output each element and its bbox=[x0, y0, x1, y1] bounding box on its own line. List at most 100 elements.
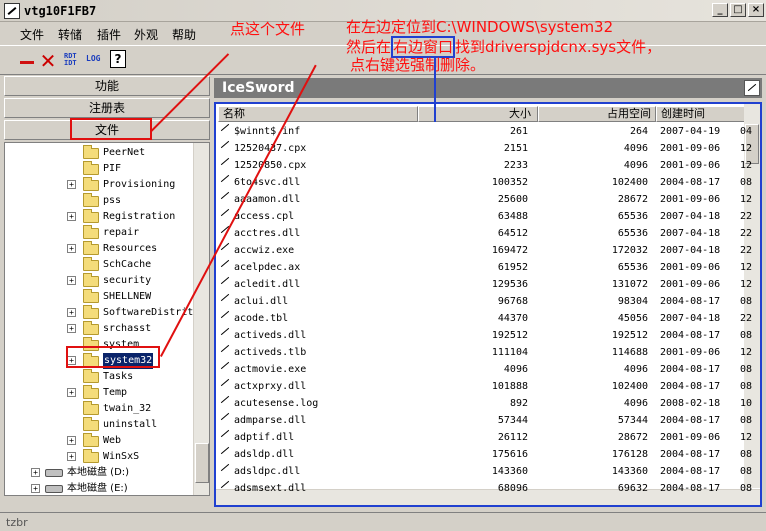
log-button[interactable]: LOG bbox=[86, 55, 100, 63]
tree-node[interactable]: + Resources bbox=[5, 241, 195, 257]
expand-icon[interactable]: + bbox=[67, 180, 76, 189]
tree-node-label: PeerNet bbox=[103, 147, 146, 158]
tree-node[interactable]: + SoftwareDistrit bbox=[5, 305, 195, 321]
file-row[interactable]: aclui.dll 96768 98304 2004-08-17 08 bbox=[218, 293, 752, 310]
function-button[interactable]: 功能 bbox=[4, 76, 210, 96]
tree-node[interactable]: repair bbox=[5, 225, 195, 241]
tree-node[interactable]: pss bbox=[5, 193, 195, 209]
file-row[interactable]: acutesense.log 892 4096 2008-02-18 10 bbox=[218, 395, 752, 412]
expand-icon[interactable]: + bbox=[67, 212, 76, 221]
file-created: 2004-08-17 bbox=[660, 330, 721, 341]
menu-file[interactable]: 文件 bbox=[20, 26, 44, 43]
tree-node[interactable]: + srchasst bbox=[5, 321, 195, 337]
expand-icon[interactable]: + bbox=[67, 308, 76, 317]
tree-node[interactable]: PeerNet bbox=[5, 145, 195, 161]
tree-node[interactable]: + Provisioning bbox=[5, 177, 195, 193]
expand-icon[interactable]: + bbox=[67, 436, 76, 445]
expand-icon[interactable]: + bbox=[31, 468, 40, 477]
file-row[interactable]: aaaamon.dll 25600 28672 2001-09-06 12 bbox=[218, 191, 752, 208]
close-x-icon[interactable]: ✕ bbox=[38, 51, 58, 71]
menu-help[interactable]: 帮助 bbox=[172, 26, 196, 43]
idt-label: IDT bbox=[64, 59, 77, 67]
file-icon bbox=[220, 378, 230, 387]
file-created-time: 08 bbox=[740, 364, 753, 375]
file-row[interactable]: adsldp.dll 175616 176128 2004-08-17 08 bbox=[218, 446, 752, 463]
file-name: acledit.dll bbox=[234, 279, 301, 290]
help-icon[interactable]: ? bbox=[110, 50, 126, 68]
rdt-idt-button[interactable]: RDT IDT bbox=[64, 53, 77, 67]
file-row[interactable]: acledit.dll 129536 131072 2001-09-06 12 bbox=[218, 276, 752, 293]
file-name: aclui.dll bbox=[234, 296, 289, 307]
file-alloc: 28672 bbox=[617, 194, 648, 205]
file-row[interactable]: acelpdec.ax 61952 65536 2001-09-06 12 bbox=[218, 259, 752, 276]
menu-plugins[interactable]: 插件 bbox=[97, 26, 121, 43]
minimize-button[interactable]: _ bbox=[712, 3, 728, 17]
file-size: 57344 bbox=[497, 415, 528, 426]
expand-icon[interactable]: + bbox=[67, 388, 76, 397]
file-row[interactable]: adptif.dll 26112 28672 2001-09-06 12 bbox=[218, 429, 752, 446]
col-alloc[interactable]: 占用空间 bbox=[538, 106, 656, 122]
file-alloc: 28672 bbox=[617, 432, 648, 443]
file-name: 6to4svc.dll bbox=[234, 177, 301, 188]
file-row[interactable]: adsmsext.dll 68096 69632 2004-08-17 08 bbox=[218, 480, 752, 497]
col-name[interactable]: 名称 bbox=[218, 106, 418, 122]
folder-icon bbox=[83, 289, 99, 303]
tree-node[interactable]: Tasks bbox=[5, 369, 195, 385]
tree-node[interactable]: + Registration bbox=[5, 209, 195, 225]
tree-node[interactable]: + Web bbox=[5, 433, 195, 449]
file-row[interactable]: acode.tbl 44370 45056 2007-04-18 22 bbox=[218, 310, 752, 327]
file-row[interactable]: actmovie.exe 4096 4096 2004-08-17 08 bbox=[218, 361, 752, 378]
tree-node[interactable]: + security bbox=[5, 273, 195, 289]
tree-node[interactable]: + WinSxS bbox=[5, 449, 195, 465]
expand-icon[interactable]: + bbox=[31, 484, 40, 493]
file-row[interactable]: 12520850.cpx 2233 4096 2001-09-06 12 bbox=[218, 157, 752, 174]
file-row[interactable]: adsldpc.dll 143360 143360 2004-08-17 08 bbox=[218, 463, 752, 480]
tree-vscroll[interactable] bbox=[193, 143, 209, 495]
file-alloc: 57344 bbox=[617, 415, 648, 426]
tree-node[interactable]: SchCache bbox=[5, 257, 195, 273]
file-alloc: 65536 bbox=[617, 228, 648, 239]
file-created: 2007-04-18 bbox=[660, 211, 721, 222]
file-row[interactable]: acctres.dll 64512 65536 2007-04-18 22 bbox=[218, 225, 752, 242]
maximize-button[interactable]: □ bbox=[730, 3, 746, 17]
drive-node[interactable]: + 本地磁盘 (E:) bbox=[5, 481, 195, 495]
expand-icon[interactable]: + bbox=[67, 452, 76, 461]
file-icon bbox=[220, 140, 230, 149]
file-row[interactable]: admparse.dll 57344 57344 2004-08-17 08 bbox=[218, 412, 752, 429]
file-row[interactable]: access.cpl 63488 65536 2007-04-18 22 bbox=[218, 208, 752, 225]
file-row[interactable]: activeds.dll 192512 192512 2004-08-17 08 bbox=[218, 327, 752, 344]
tree-vscroll-thumb[interactable] bbox=[195, 443, 209, 483]
file-row[interactable]: activeds.tlb 111104 114688 2001-09-06 12 bbox=[218, 344, 752, 361]
tree-node-label: Web bbox=[103, 435, 122, 446]
file-created: 2001-09-06 bbox=[660, 194, 721, 205]
file-icon bbox=[220, 259, 230, 268]
expand-icon[interactable]: + bbox=[67, 244, 76, 253]
file-row[interactable]: 12520437.cpx215140962001-09-0612 bbox=[218, 140, 752, 157]
close-button[interactable]: × bbox=[748, 3, 764, 17]
expand-icon[interactable]: + bbox=[67, 276, 76, 285]
drive-node[interactable]: + 本地磁盘 (D:) bbox=[5, 465, 195, 481]
remove-icon[interactable] bbox=[18, 51, 38, 71]
file-row[interactable]: actxprxy.dll 101888 102400 2004-08-17 08 bbox=[218, 378, 752, 395]
corner-icon[interactable] bbox=[744, 80, 760, 96]
tree-node-label: SHELLNEW bbox=[103, 291, 152, 302]
folder-icon bbox=[83, 241, 99, 255]
folder-icon bbox=[83, 449, 99, 463]
menu-dump[interactable]: 转储 bbox=[58, 26, 82, 43]
tree-node[interactable]: uninstall bbox=[5, 417, 195, 433]
file-row[interactable]: $winnt$.inf 261 264 2007-04-19 04 bbox=[218, 123, 752, 140]
file-size: 101888 bbox=[491, 381, 528, 392]
tree-node[interactable]: PIF bbox=[5, 161, 195, 177]
col-created[interactable]: 创建时间 bbox=[656, 106, 748, 122]
file-row[interactable]: accwiz.exe 169472 172032 2007-04-18 22 bbox=[218, 242, 752, 259]
menu-appearance[interactable]: 外观 bbox=[134, 26, 158, 43]
file-created-time: 22 bbox=[740, 313, 753, 324]
file-name: acctres.dll bbox=[234, 228, 301, 239]
tree-node-label: uninstall bbox=[103, 419, 158, 430]
col-size[interactable]: 大小 bbox=[418, 106, 538, 122]
expand-icon[interactable]: + bbox=[67, 324, 76, 333]
tree-node[interactable]: twain_32 bbox=[5, 401, 195, 417]
file-row[interactable]: 6to4svc.dll 100352 102400 2004-08-17 08 bbox=[218, 174, 752, 191]
tree-node[interactable]: + Temp bbox=[5, 385, 195, 401]
tree-node[interactable]: SHELLNEW bbox=[5, 289, 195, 305]
